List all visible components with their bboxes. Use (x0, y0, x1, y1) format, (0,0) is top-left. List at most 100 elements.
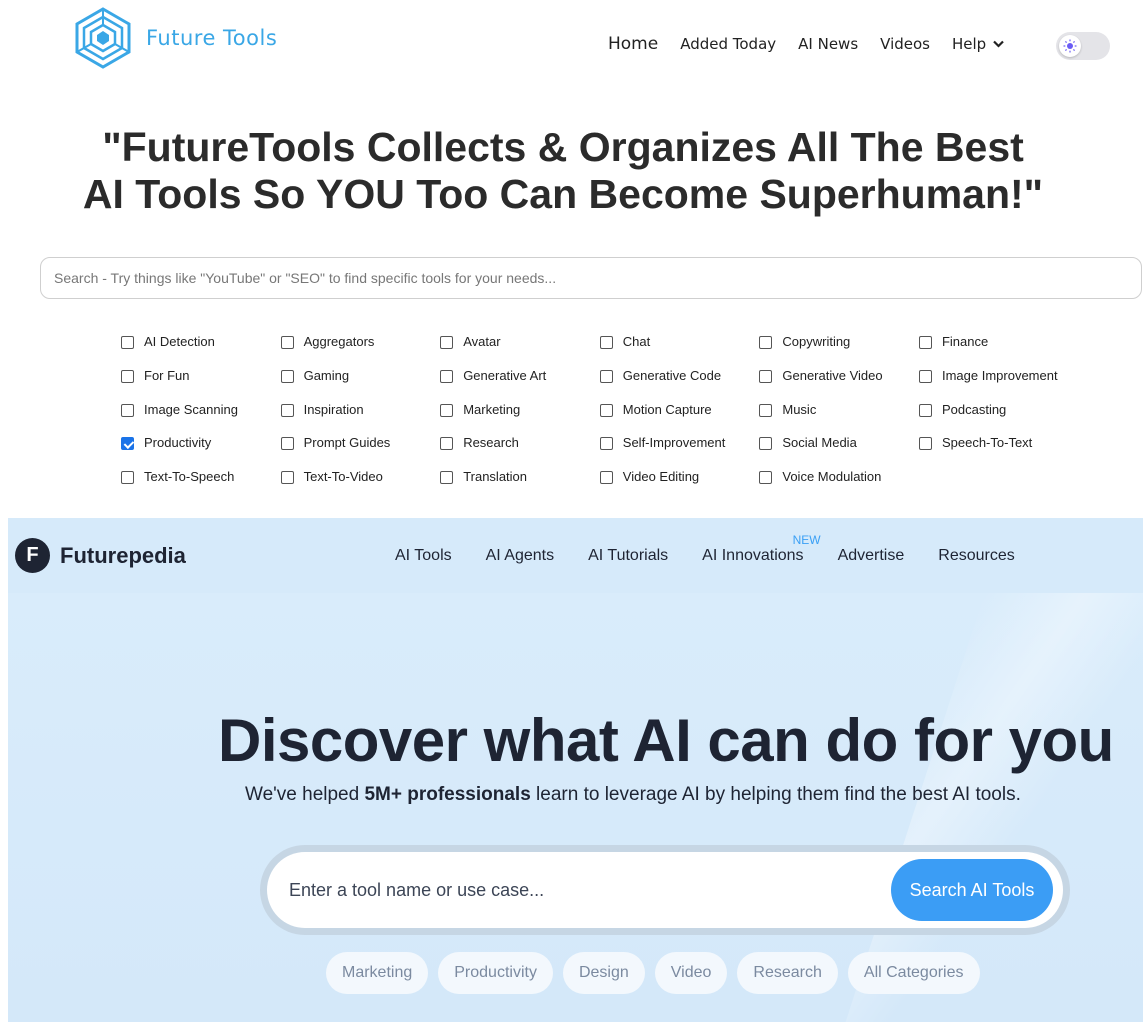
category-checkbox-generative-code[interactable]: Generative Code (599, 367, 760, 402)
category-checkbox-translation[interactable]: Translation (440, 469, 600, 503)
category-checkbox-avatar[interactable]: Avatar (440, 334, 600, 368)
nav-ai-tools[interactable]: AI Tools (395, 547, 452, 565)
nav-ai-news[interactable]: AI News (798, 35, 858, 53)
search-ai-tools-button[interactable]: Search AI Tools (891, 859, 1053, 921)
pill-marketing[interactable]: Marketing (326, 952, 429, 994)
category-label: Motion Capture (622, 401, 712, 417)
nav-ai-tutorials[interactable]: AI Tutorials (588, 547, 668, 565)
futurepedia-logo[interactable]: F Futurepedia (15, 538, 186, 573)
nav-resources[interactable]: Resources (938, 547, 1014, 565)
hero-search-input[interactable] (289, 852, 849, 928)
category-checkbox-research[interactable]: Research (440, 435, 600, 469)
nav-help[interactable]: Help (952, 35, 1004, 53)
category-checkbox-marketing[interactable]: Marketing (440, 402, 600, 436)
category-checkbox-inspiration[interactable]: Inspiration (280, 401, 441, 436)
pill-design[interactable]: Design (562, 952, 645, 994)
category-label: Image Scanning (144, 401, 238, 417)
category-checkbox-voice-modulation[interactable]: Voice Modulation (759, 469, 919, 503)
checkbox-icon[interactable] (759, 336, 773, 349)
category-label: Aggregators (303, 334, 375, 349)
category-checkbox-aggregators[interactable]: Aggregators (280, 334, 441, 368)
headline-line-2: AI Tools So YOU Too Can Become Superhuma… (82, 171, 1044, 217)
theme-toggle[interactable] (1056, 32, 1110, 60)
checkbox-icon[interactable] (280, 471, 294, 485)
category-checkbox-prompt-guides[interactable]: Prompt Guides (280, 435, 441, 469)
checkbox-icon[interactable] (918, 403, 932, 417)
checkbox-icon[interactable] (599, 403, 613, 417)
category-checkbox-speech-to-text[interactable]: Speech-To-Text (918, 435, 1079, 469)
category-checkbox-productivity[interactable]: Productivity (121, 435, 281, 469)
category-checkbox-for-fun[interactable]: For Fun (121, 368, 281, 402)
category-checkbox-finance[interactable]: Finance (918, 334, 1079, 368)
category-label: Inspiration (303, 401, 364, 417)
checkbox-icon[interactable] (280, 336, 294, 349)
checkbox-icon[interactable] (599, 437, 613, 451)
futuretools-search-input[interactable] (40, 257, 1142, 299)
checkbox-icon[interactable] (599, 336, 613, 349)
category-label: Social Media (782, 435, 857, 451)
nav-advertise[interactable]: Advertise (838, 547, 905, 565)
checkbox-icon[interactable] (918, 437, 932, 451)
checkbox-icon[interactable] (280, 403, 294, 417)
checkbox-icon[interactable] (440, 336, 454, 349)
futuretools-logo[interactable]: Future Tools (72, 6, 277, 70)
category-filter-grid: AI Detection Aggregators Avatar Chat Copywri… (121, 334, 1079, 503)
checkbox-icon[interactable] (121, 369, 134, 383)
category-label: For Fun (144, 367, 190, 383)
checkbox-icon[interactable] (759, 369, 773, 383)
category-checkbox-text-to-video[interactable]: Text-To-Video (280, 469, 441, 503)
subtitle-tail: learn to leverage AI by helping them fin… (530, 784, 1021, 805)
category-checkbox-self-improvement[interactable]: Self-Improvement (599, 435, 760, 469)
category-checkbox-podcasting[interactable]: Podcasting (918, 401, 1079, 436)
hero-title: Discover what AI can do for you (218, 707, 1114, 774)
checkbox-icon[interactable] (440, 437, 454, 451)
checkbox-icon[interactable] (599, 369, 613, 383)
checkbox-icon[interactable] (918, 336, 932, 349)
checkbox-icon[interactable] (121, 336, 134, 349)
category-checkbox-copywriting[interactable]: Copywriting (759, 334, 919, 368)
nav-videos[interactable]: Videos (880, 35, 930, 53)
category-checkbox-image-scanning[interactable]: Image Scanning (121, 402, 281, 436)
checkbox-icon[interactable] (918, 369, 932, 383)
category-label: Generative Code (622, 367, 722, 383)
checkbox-checked-icon[interactable] (121, 437, 134, 451)
pill-research[interactable]: Research (737, 952, 838, 994)
category-checkbox-music[interactable]: Music (759, 402, 919, 436)
category-checkbox-text-to-speech[interactable]: Text-To-Speech (121, 469, 281, 503)
nav-help-label: Help (952, 35, 987, 53)
pill-video[interactable]: Video (654, 952, 728, 994)
sun-icon (1059, 35, 1081, 57)
checkbox-icon[interactable] (280, 437, 294, 451)
category-label: Generative Art (463, 367, 547, 383)
checkbox-icon[interactable] (121, 471, 134, 485)
category-checkbox-image-improvement[interactable]: Image Improvement (918, 368, 1079, 402)
checkbox-icon[interactable] (759, 471, 773, 485)
category-checkbox-chat[interactable]: Chat (599, 334, 760, 368)
checkbox-icon[interactable] (440, 369, 454, 383)
category-checkbox-ai-detection[interactable]: AI Detection (121, 334, 281, 368)
category-checkbox-social-media[interactable]: Social Media (759, 435, 919, 469)
checkbox-icon[interactable] (599, 471, 613, 485)
nav-ai-innovations[interactable]: AI Innovations NEW (702, 533, 820, 565)
category-label: Voice Modulation (782, 469, 882, 485)
hero-search: Search AI Tools (260, 845, 1070, 935)
nav-ai-agents[interactable]: AI Agents (486, 547, 555, 565)
category-checkbox-video-editing[interactable]: Video Editing (599, 469, 760, 503)
category-label: Text-To-Video (303, 469, 383, 485)
category-checkbox-generative-video[interactable]: Generative Video (759, 368, 919, 402)
checkbox-icon[interactable] (121, 403, 134, 417)
nav-home[interactable]: Home (608, 34, 658, 54)
nav-added-today[interactable]: Added Today (680, 35, 776, 53)
category-checkbox-gaming[interactable]: Gaming (280, 368, 441, 402)
checkbox-icon[interactable] (280, 369, 294, 383)
pill-all-categories[interactable]: All Categories (847, 952, 980, 994)
pill-productivity[interactable]: Productivity (438, 952, 553, 994)
checkbox-icon[interactable] (440, 471, 454, 485)
category-checkbox-motion-capture[interactable]: Motion Capture (599, 401, 760, 436)
checkbox-icon[interactable] (759, 437, 773, 451)
category-label: Podcasting (941, 401, 1007, 417)
checkbox-icon[interactable] (440, 403, 454, 417)
category-label: Generative Video (782, 367, 883, 383)
checkbox-icon[interactable] (759, 403, 773, 417)
category-checkbox-generative-art[interactable]: Generative Art (440, 368, 600, 402)
